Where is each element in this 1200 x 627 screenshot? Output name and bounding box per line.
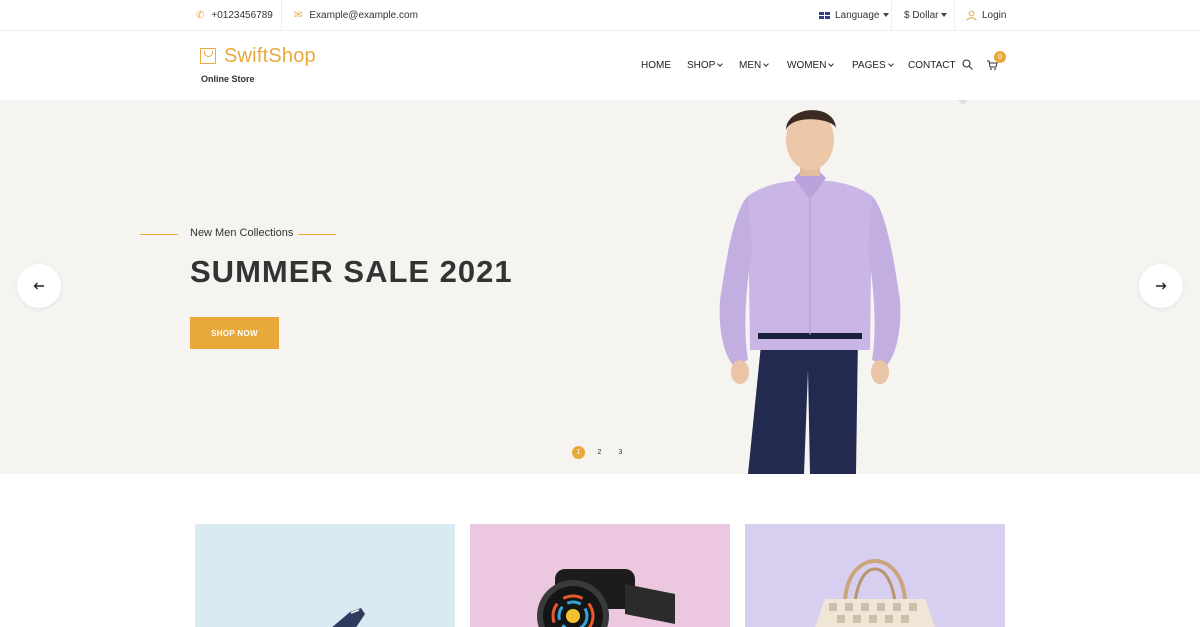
decorative-marker (958, 100, 968, 106)
nav-home[interactable]: HOME (641, 58, 671, 72)
shoe-image (332, 608, 365, 627)
slider-prev-button[interactable] (17, 264, 61, 308)
phone-icon: ✆ (196, 9, 205, 21)
nav-contact[interactable]: CONTACT (908, 58, 956, 72)
category-card-bags[interactable] (745, 524, 1005, 627)
chevron-down-icon (763, 60, 770, 67)
nav-pages[interactable]: PAGES (852, 58, 894, 72)
shopping-bag-logo-icon (200, 48, 216, 64)
currency-label: $ Dollar (904, 9, 939, 21)
language-label: Language (835, 9, 880, 21)
email-address: Example@example.com (309, 9, 418, 21)
divider (891, 0, 892, 30)
hero-subtitle: New Men Collections (190, 227, 294, 239)
male-model-image (719, 110, 901, 474)
phone-number: +0123456789 (211, 9, 273, 21)
shop-now-button[interactable]: SHOP NOW (190, 317, 279, 349)
divider (281, 0, 282, 30)
chevron-down-icon (887, 60, 894, 67)
nav-shop[interactable]: SHOP (687, 58, 724, 72)
phone-contact[interactable]: ✆ +0123456789 (196, 0, 273, 30)
login-link[interactable]: Login (966, 0, 1006, 30)
category-card-watches[interactable] (470, 524, 730, 627)
cart-button[interactable]: 0 (986, 51, 1006, 71)
uk-flag-icon (819, 11, 830, 19)
envelope-icon: ✉ (294, 9, 303, 21)
currency-dropdown[interactable]: $ Dollar (904, 0, 948, 30)
category-card-shoes[interactable] (195, 524, 455, 627)
slide-dot-1[interactable]: 1 (572, 446, 585, 459)
hero-title: SUMMER SALE 2021 (190, 254, 513, 289)
caret-down-icon (882, 13, 889, 17)
nav-men[interactable]: MEN (739, 58, 770, 72)
decorative-line (140, 234, 178, 235)
decorative-line (298, 234, 336, 235)
slide-dot-3[interactable]: 3 (614, 446, 627, 459)
main-header: SwiftShop Online Store HOME SHOP MEN WOM… (0, 31, 1200, 100)
caret-down-icon (941, 13, 948, 17)
search-icon[interactable] (962, 59, 973, 70)
hero-slider: New Men Collections SUMMER SALE 2021 SHO… (0, 100, 1200, 474)
slide-dot-2[interactable]: 2 (593, 446, 606, 459)
nav-men-label: MEN (739, 59, 762, 71)
brand-name: SwiftShop (224, 45, 316, 67)
user-icon (966, 10, 977, 21)
chevron-down-icon (828, 60, 835, 67)
nav-pages-label: PAGES (852, 59, 886, 71)
slider-next-button[interactable] (1139, 264, 1183, 308)
slider-pagination: 1 2 3 (572, 446, 635, 459)
chevron-down-icon (717, 60, 724, 67)
arrow-right-icon (1156, 282, 1167, 290)
top-bar: ✆ +0123456789 ✉ Example@example.com Lang… (0, 0, 1200, 31)
brand-tagline: Online Store (201, 74, 255, 84)
nav-home-label: HOME (641, 59, 671, 71)
arrow-left-icon (33, 282, 44, 290)
login-label: Login (982, 9, 1007, 21)
nav-shop-label: SHOP (687, 59, 716, 71)
smartwatch-image (537, 569, 675, 627)
cart-count-badge: 0 (994, 51, 1006, 63)
divider (954, 0, 955, 30)
email-contact[interactable]: ✉ Example@example.com (294, 0, 418, 30)
nav-women-label: WOMEN (787, 59, 827, 71)
nav-women[interactable]: WOMEN (787, 58, 835, 72)
nav-contact-label: CONTACT (908, 59, 956, 71)
language-dropdown[interactable]: Language (819, 0, 889, 30)
handbag-image (815, 559, 935, 627)
